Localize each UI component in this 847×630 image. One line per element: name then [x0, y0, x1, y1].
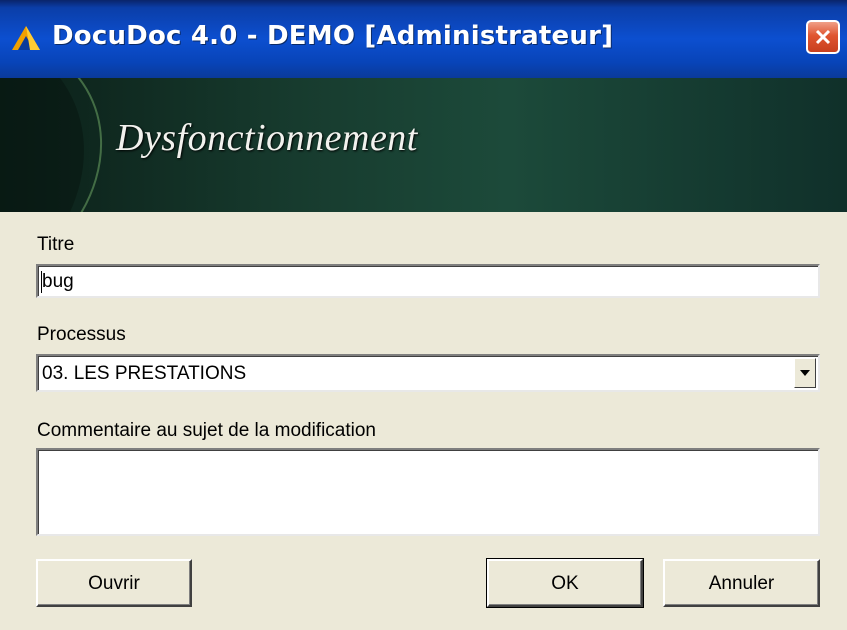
ok-label: OK: [551, 573, 579, 594]
processus-select[interactable]: 03. LES PRESTATIONS: [36, 354, 820, 392]
header-banner: Dysfonctionnement: [0, 78, 847, 212]
close-button[interactable]: [806, 20, 840, 54]
processus-label: Processus: [37, 324, 126, 345]
annuler-button[interactable]: Annuler: [663, 559, 820, 607]
ouvrir-button[interactable]: Ouvrir: [36, 559, 192, 607]
dropdown-button[interactable]: [794, 358, 816, 388]
dialog-window: DocuDoc 4.0 - DEMO [Administrateur] Dysf…: [0, 0, 847, 630]
processus-value: 03. LES PRESTATIONS: [42, 363, 247, 384]
titre-value: bug: [42, 271, 74, 292]
annuler-label: Annuler: [708, 573, 775, 594]
title-bar[interactable]: DocuDoc 4.0 - DEMO [Administrateur]: [0, 0, 847, 78]
close-icon: [815, 29, 831, 45]
window-title: DocuDoc 4.0 - DEMO [Administrateur]: [52, 21, 614, 51]
ouvrir-label: Ouvrir: [88, 573, 140, 594]
commentaire-textarea[interactable]: [36, 448, 820, 536]
docudoc-logo-icon: [10, 20, 44, 54]
titre-input[interactable]: bug: [36, 264, 820, 298]
chevron-down-icon: [800, 370, 810, 376]
form-area: Titre bug Processus 03. LES PRESTATIONS …: [0, 212, 847, 630]
ok-button[interactable]: OK: [486, 558, 644, 608]
banner-title: Dysfonctionnement: [116, 117, 418, 159]
titre-label: Titre: [37, 234, 75, 255]
commentaire-label: Commentaire au sujet de la modification: [37, 420, 377, 441]
